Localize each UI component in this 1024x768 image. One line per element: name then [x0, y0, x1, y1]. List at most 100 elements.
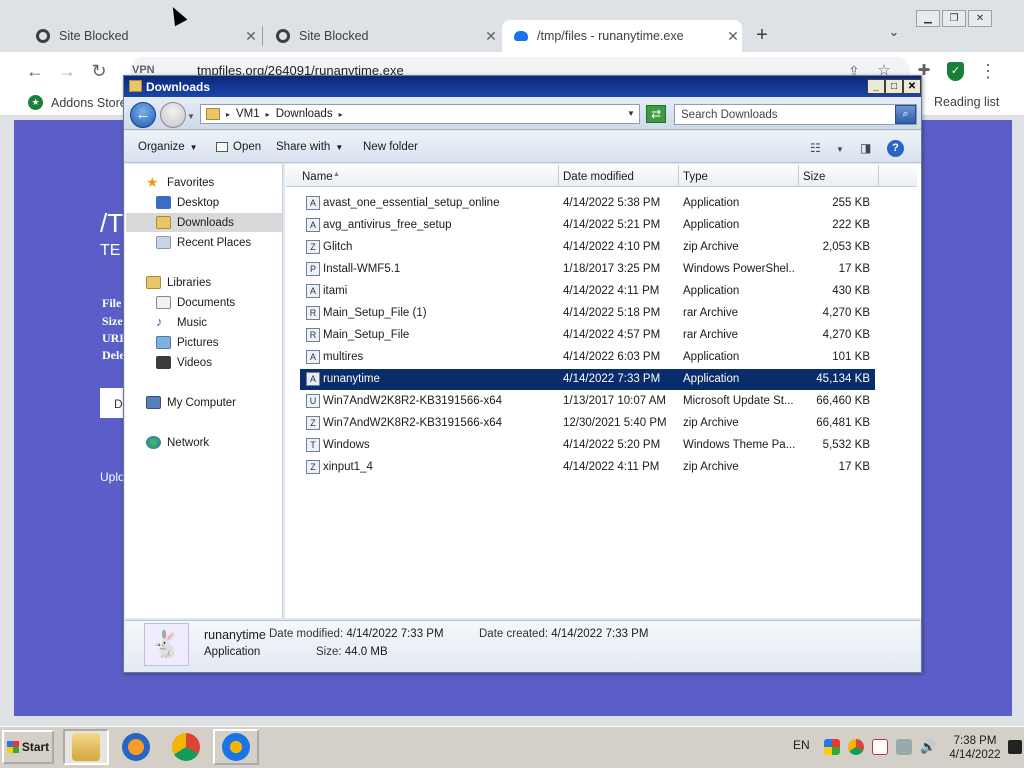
minimize-button[interactable]: _: [867, 79, 885, 94]
bookmark-addons-store[interactable]: ★ Addons Store: [28, 95, 127, 110]
open-button[interactable]: Open: [216, 141, 261, 153]
file-type: Application: [683, 219, 740, 231]
start-button[interactable]: Start: [2, 730, 54, 764]
chevron-right-icon[interactable]: ▸: [266, 110, 270, 119]
windows-tray-icon[interactable]: [824, 739, 840, 755]
forward-icon[interactable]: →: [56, 60, 78, 82]
file-icon: Z: [306, 240, 320, 254]
nav-recent-places[interactable]: Recent Places: [156, 236, 251, 249]
file-row[interactable]: Arunanytime 4/14/2022 7:33 PM Application 4…: [300, 369, 875, 390]
recent-pages-dropdown[interactable]: ▼: [187, 112, 195, 121]
close-icon[interactable]: ✕: [724, 28, 742, 45]
file-row[interactable]: Aavg_antivirus_free_setup 4/14/2022 5:21 …: [300, 215, 875, 236]
reading-list-button[interactable]: Reading list: [934, 95, 999, 109]
tab-tmp-files[interactable]: /tmp/files - runanytime.exe ✕: [502, 20, 742, 52]
reload-icon[interactable]: ↻: [88, 60, 110, 82]
tab-site-blocked-1[interactable]: Site Blocked ✕: [24, 20, 260, 52]
file-row[interactable]: Z Win7AndW2K8R2-KB3191566-x64 12/30/2021 5…: [300, 413, 875, 434]
file-row[interactable]: P Install-WMF5.1 1/18/2017 3:25 PM Windows …: [300, 259, 875, 280]
security-tray-icon[interactable]: [872, 739, 888, 755]
search-icon[interactable]: ⌕: [895, 105, 916, 124]
file-name: Main_Setup_File: [323, 329, 410, 341]
taskbar-vpn[interactable]: [213, 729, 259, 765]
back-button[interactable]: ←: [130, 102, 156, 128]
file-row[interactable]: Aavast_one_essential_setup_online 4/14/20…: [300, 193, 875, 214]
chevron-right-icon[interactable]: ▸: [226, 110, 230, 119]
chrome-tray-icon[interactable]: [848, 739, 864, 755]
explorer-titlebar[interactable]: Downloads _ □ ✕: [124, 76, 921, 97]
nav-desktop[interactable]: Desktop: [156, 196, 219, 209]
details-modified-value: 4/14/2022 7:33 PM: [346, 628, 444, 640]
videos-icon: [156, 356, 171, 369]
clock[interactable]: 7:38 PM 4/14/2022: [944, 734, 1006, 762]
shield-icon[interactable]: ✓: [947, 62, 964, 81]
nav-pictures[interactable]: Pictures: [156, 336, 219, 349]
file-date-modified: 4/14/2022 5:20 PM: [563, 439, 661, 451]
file-row[interactable]: R Main_Setup_File (1) 4/14/2022 5:18 PM rar…: [300, 303, 875, 324]
close-icon[interactable]: ✕: [242, 28, 260, 45]
rabbit-icon: 🐇: [144, 623, 189, 666]
nav-network[interactable]: Network: [146, 436, 209, 449]
music-icon: ♪: [156, 314, 163, 329]
tab-title: Site Blocked: [59, 29, 129, 43]
column-date-modified[interactable]: Date modified: [563, 171, 634, 183]
volume-icon[interactable]: 🔊: [920, 739, 936, 755]
back-icon[interactable]: ←: [24, 60, 46, 82]
forward-button[interactable]: [160, 102, 186, 128]
language-indicator[interactable]: EN: [793, 738, 810, 752]
file-row[interactable]: U Win7AndW2K8R2-KB3191566-x64 1/13/2017 10…: [300, 391, 875, 412]
tab-search-icon[interactable]: ⌄: [884, 24, 904, 44]
column-divider[interactable]: [678, 165, 679, 187]
taskbar-explorer[interactable]: [63, 729, 109, 765]
breadcrumb-downloads[interactable]: Downloads: [276, 108, 333, 120]
close-icon[interactable]: ✕: [482, 28, 500, 45]
close-window-button[interactable]: ✕: [968, 10, 992, 27]
nav-documents[interactable]: Documents: [156, 296, 235, 309]
column-divider[interactable]: [558, 165, 559, 187]
column-size[interactable]: Size: [803, 171, 825, 183]
network-tray-icon[interactable]: [896, 739, 912, 755]
file-row[interactable]: R Main_Setup_File 4/14/2022 4:57 PM rar Arc…: [300, 325, 875, 346]
show-desktop-icon[interactable]: [1008, 740, 1022, 754]
file-row[interactable]: Aitami 4/14/2022 4:11 PM Application 430 KB: [300, 281, 875, 302]
file-row[interactable]: T Windows 4/14/2022 5:20 PM Windows Theme P…: [300, 435, 875, 456]
nav-libraries[interactable]: Libraries: [146, 276, 211, 289]
tab-site-blocked-2[interactable]: Site Blocked ✕: [264, 20, 500, 52]
column-divider[interactable]: [878, 165, 879, 187]
organize-button[interactable]: Organize ▼: [138, 141, 198, 153]
maximize-button[interactable]: ❐: [942, 10, 966, 27]
nav-label: Documents: [177, 296, 236, 309]
file-size: 101 KB: [832, 351, 870, 363]
close-button[interactable]: ✕: [903, 79, 921, 94]
taskbar-media-player[interactable]: [113, 729, 159, 765]
new-tab-button[interactable]: +: [750, 22, 774, 48]
view-options-icon[interactable]: ☷: [810, 141, 821, 155]
nav-videos[interactable]: Videos: [156, 356, 212, 369]
address-dropdown-icon[interactable]: ▼: [627, 109, 635, 118]
nav-music[interactable]: ♪ Music: [156, 314, 207, 329]
column-name[interactable]: Name: [302, 171, 333, 183]
breadcrumb-vm1[interactable]: VM1: [236, 108, 260, 120]
column-divider[interactable]: [798, 165, 799, 187]
minimize-button[interactable]: ▁: [916, 10, 940, 27]
nav-downloads[interactable]: Downloads: [156, 216, 234, 229]
nav-favorites[interactable]: ★ Favorites: [146, 175, 214, 189]
maximize-button[interactable]: □: [885, 79, 903, 94]
new-folder-button[interactable]: New folder: [363, 141, 418, 153]
nav-my-computer[interactable]: My Computer: [146, 396, 236, 409]
file-row[interactable]: Zxinput1_4 4/14/2022 4:11 PM zip Archive 17…: [300, 457, 875, 478]
file-date-modified: 4/14/2022 5:18 PM: [563, 307, 661, 319]
preview-pane-icon[interactable]: ◨: [860, 141, 871, 155]
chevron-right-icon[interactable]: ▸: [339, 110, 343, 119]
file-row[interactable]: Amultires 4/14/2022 6:03 PM Application 101…: [300, 347, 875, 368]
open-icon: [216, 142, 228, 152]
share-label: Share with: [276, 141, 331, 153]
taskbar-chrome[interactable]: [163, 729, 209, 765]
chevron-down-icon[interactable]: ▼: [836, 145, 844, 154]
refresh-button[interactable]: ⇄: [646, 105, 666, 123]
column-type[interactable]: Type: [683, 171, 708, 183]
share-with-button[interactable]: Share with ▼: [276, 141, 343, 153]
menu-icon[interactable]: ⋮: [977, 60, 999, 82]
help-icon[interactable]: ?: [887, 140, 904, 157]
file-row[interactable]: Z Glitch 4/14/2022 4:10 PM zip Archive 2,053…: [300, 237, 875, 258]
